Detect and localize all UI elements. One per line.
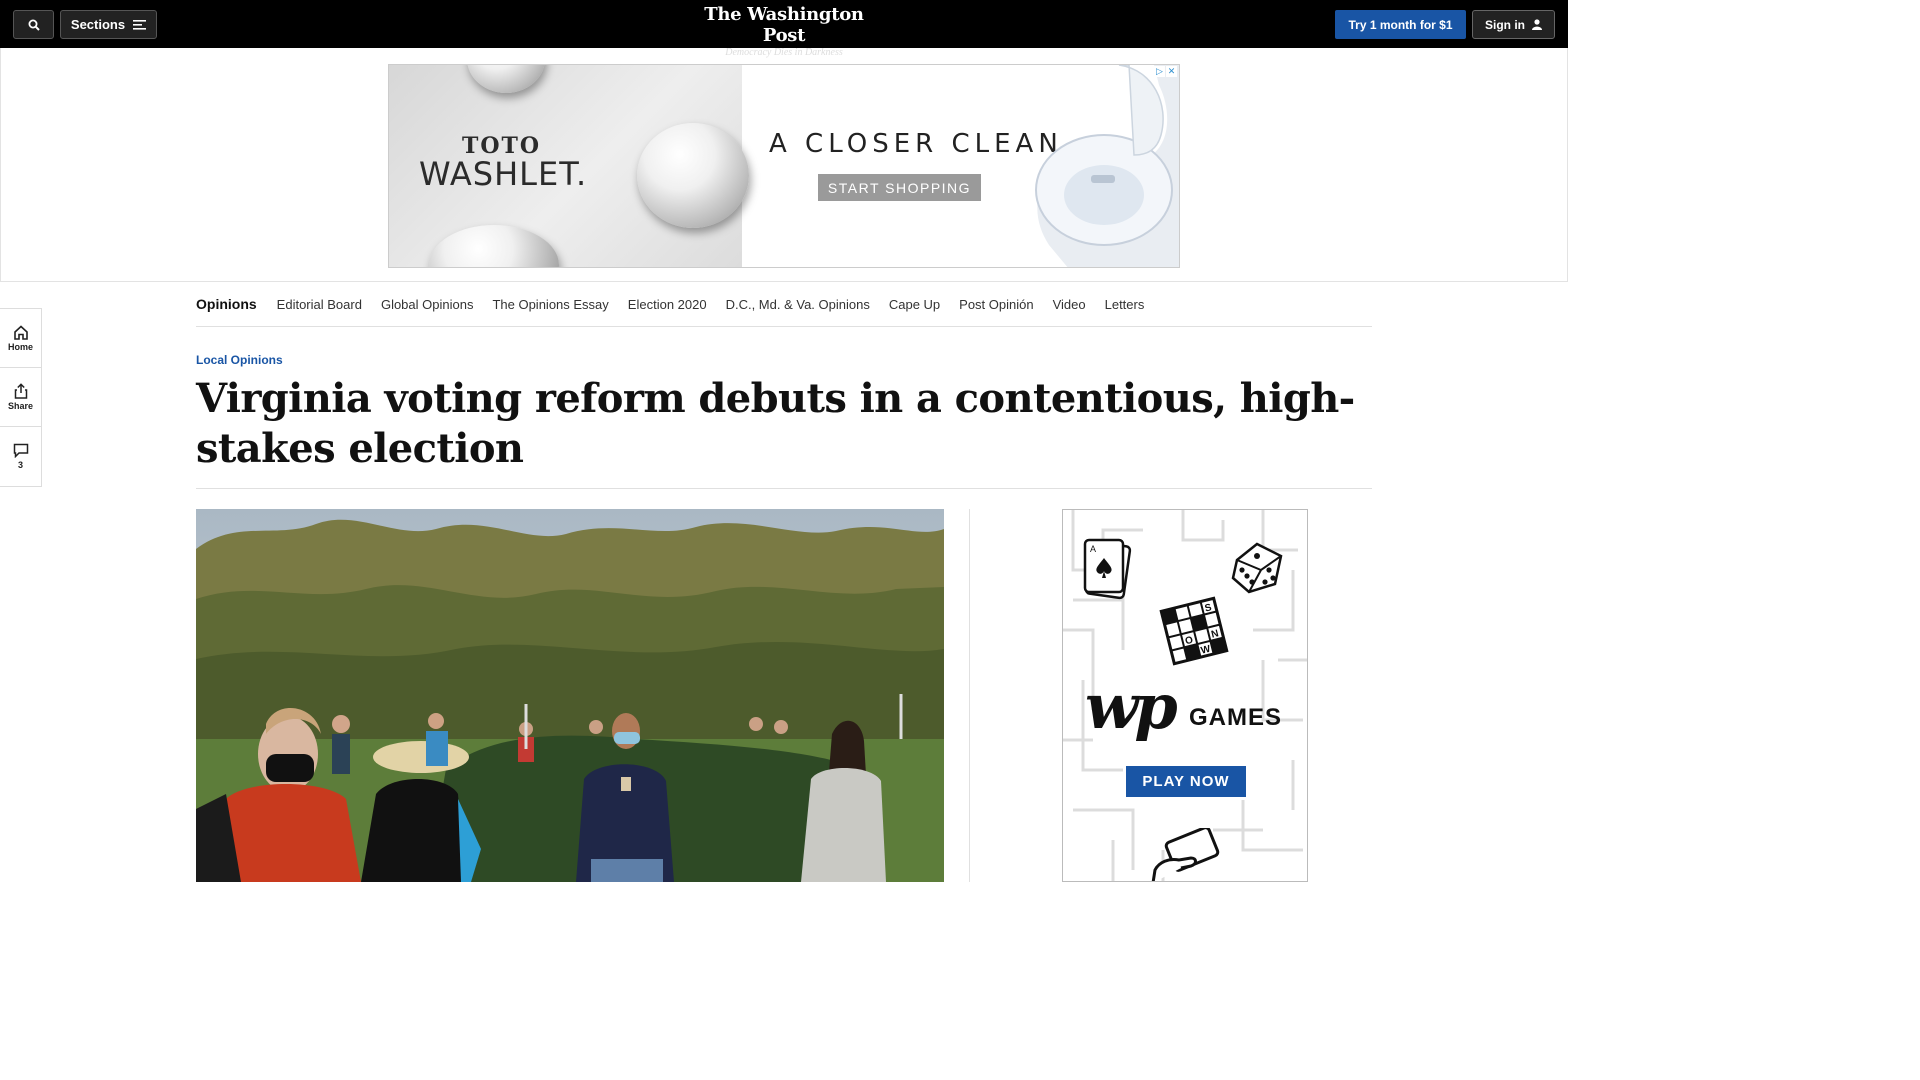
share-label: Share <box>7 401 33 411</box>
share-icon <box>14 383 27 399</box>
hand-card-icon <box>1151 828 1220 881</box>
toto-banner-ad[interactable]: TOTO WASHLET. A CLOSER CLEAN START SHOPP… <box>388 64 1180 268</box>
ad-headline: A CLOSER CLEAN <box>769 129 1063 159</box>
ad-info-icon[interactable]: ▷ <box>1154 66 1165 77</box>
article-lead-photo <box>196 509 944 882</box>
toilet-seat-image <box>1035 65 1179 267</box>
nav-dc-md-va-opinions[interactable]: D.C., Md. & Va. Opinions <box>726 297 870 312</box>
wp-logo: wp <box>1085 670 1178 743</box>
voters-in-line-photo <box>196 509 944 882</box>
dice-icon <box>1231 542 1283 594</box>
comments-button[interactable]: 3 <box>0 427 41 486</box>
nav-global-opinions[interactable]: Global Opinions <box>381 297 474 312</box>
nav-video[interactable]: Video <box>1053 297 1086 312</box>
article-kicker[interactable]: Local Opinions <box>196 353 283 367</box>
nav-opinions-essay[interactable]: The Opinions Essay <box>492 297 608 312</box>
crossword-icon: S O N W <box>1159 596 1229 666</box>
nav-letters[interactable]: Letters <box>1105 297 1145 312</box>
share-button[interactable]: Share <box>0 368 41 427</box>
nav-post-opinion[interactable]: Post Opinión <box>959 297 1033 312</box>
play-now-button[interactable]: PLAY NOW <box>1126 766 1246 797</box>
logo-name: The Washington Post <box>704 4 864 46</box>
sign-in-button[interactable]: Sign in <box>1472 10 1555 39</box>
svg-text:A: A <box>1090 544 1096 554</box>
subscribe-button[interactable]: Try 1 month for $1 <box>1335 10 1466 39</box>
nav-opinions[interactable]: Opinions <box>196 296 257 312</box>
search-icon <box>28 19 40 31</box>
nav-election-2020[interactable]: Election 2020 <box>628 297 707 312</box>
playing-card-icon: A <box>1083 538 1132 600</box>
comment-count: 3 <box>17 460 23 470</box>
nav-editorial-board[interactable]: Editorial Board <box>277 297 362 312</box>
nav-cape-up[interactable]: Cape Up <box>889 297 940 312</box>
toto-washlet-logo: TOTO WASHLET. <box>419 133 588 193</box>
ad-choices[interactable]: ▷ ✕ <box>1154 66 1177 77</box>
search-button[interactable] <box>13 10 54 39</box>
headline-divider <box>196 488 1372 489</box>
games-label: GAMES <box>1189 704 1283 731</box>
opinions-subnav: Opinions Editorial Board Global Opinions… <box>196 282 1372 327</box>
sections-label: Sections <box>70 17 126 32</box>
sign-in-label: Sign in <box>1485 17 1525 32</box>
ad-close-icon[interactable]: ✕ <box>1166 66 1177 77</box>
comment-icon <box>13 443 28 458</box>
wp-games-ad[interactable]: A S O N W wp GAMES PLAY NOW <box>1062 509 1308 882</box>
article-headline: Virginia voting reform debuts in a conte… <box>196 375 1355 472</box>
ad-start-shopping-button[interactable]: START SHOPPING <box>818 174 981 201</box>
site-header: Sections The Washington Post Democracy D… <box>0 0 1568 58</box>
user-icon <box>1532 19 1542 30</box>
home-label: Home <box>7 341 33 352</box>
left-action-rail: Home Share 3 <box>0 308 42 487</box>
sections-button[interactable]: Sections <box>60 10 157 39</box>
home-button[interactable]: Home <box>0 309 41 368</box>
menu-icon <box>133 19 147 30</box>
home-icon <box>13 324 28 340</box>
column-divider <box>969 509 970 882</box>
